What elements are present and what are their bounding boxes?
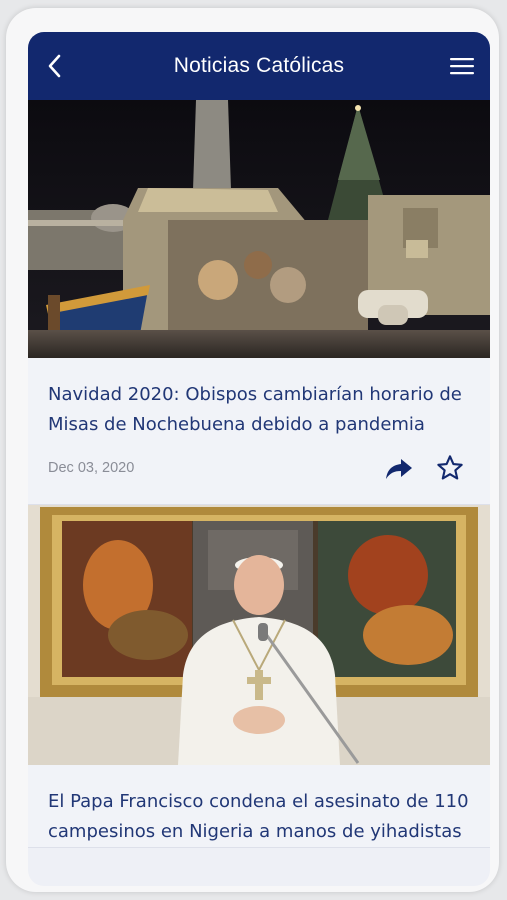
- article-card[interactable]: Navidad 2020: Obispos cambiarían horario…: [28, 100, 490, 505]
- article-date: Dec 03, 2020: [48, 460, 135, 476]
- article-image-pope[interactable]: [28, 505, 490, 765]
- article-title[interactable]: Navidad 2020: Obispos cambiarían horario…: [48, 380, 470, 440]
- article-card[interactable]: El Papa Francisco condena el asesinato d…: [28, 505, 490, 848]
- back-arrow-icon[interactable]: [40, 50, 70, 82]
- article-image-nativity-scene[interactable]: [28, 100, 490, 358]
- article-title[interactable]: El Papa Francisco condena el asesinato d…: [48, 787, 470, 847]
- app-bar: Noticias Católicas: [28, 32, 490, 100]
- news-feed: Navidad 2020: Obispos cambiarían horario…: [28, 100, 490, 848]
- star-outline-icon[interactable]: [434, 452, 466, 484]
- share-icon[interactable]: [384, 454, 414, 484]
- phone-frame: Noticias Católicas Navidad 2020: Obispos…: [6, 8, 499, 892]
- menu-icon[interactable]: [448, 54, 476, 78]
- app-screen: Noticias Católicas Navidad 2020: Obispos…: [28, 32, 490, 886]
- page-title: Noticias Católicas: [173, 54, 345, 77]
